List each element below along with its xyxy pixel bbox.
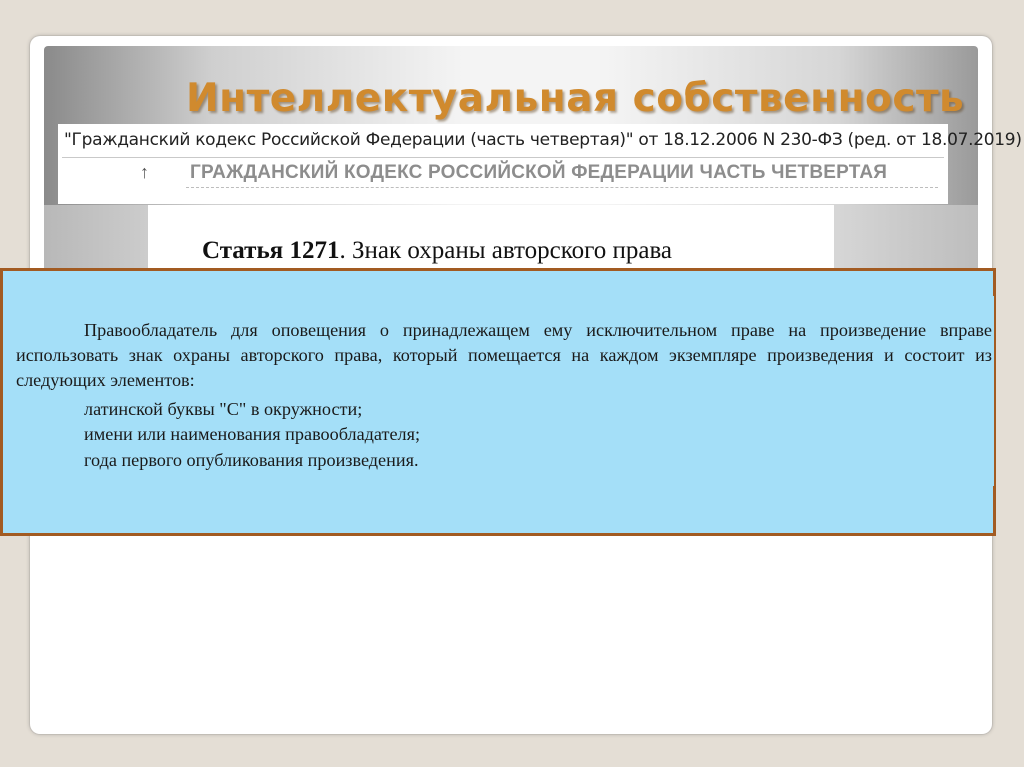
article-paragraph: Правообладатель для оповещения о принадл… xyxy=(16,320,992,390)
document-reference: "Гражданский кодекс Российской Федерации… xyxy=(64,130,1022,150)
article-title-text: . Знак охраны авторского права xyxy=(339,237,673,264)
slide-title: Интеллектуальная собственность xyxy=(186,76,965,121)
document-header-screenshot: "Гражданский кодекс Российской Федерации… xyxy=(58,124,1022,204)
list-item: года первого опубликования произведения. xyxy=(84,450,419,470)
article-heading-box: Статья 1271. Знак охраны авторского прав… xyxy=(148,205,834,275)
article-number: Статья 1271 xyxy=(202,237,340,264)
up-arrow-icon[interactable]: ↑ xyxy=(140,162,149,183)
dotted-divider xyxy=(186,187,938,188)
section-heading: ГРАЖДАНСКИЙ КОДЕКС РОССИЙСКОЙ ФЕДЕРАЦИИ … xyxy=(190,162,888,183)
divider xyxy=(62,157,944,158)
list-item: латинской буквы "C" в окружности; xyxy=(84,399,363,419)
list-item: имени или наименования правообладателя; xyxy=(84,424,421,444)
article-title: Статья 1271. Знак охраны авторского прав… xyxy=(202,237,672,265)
